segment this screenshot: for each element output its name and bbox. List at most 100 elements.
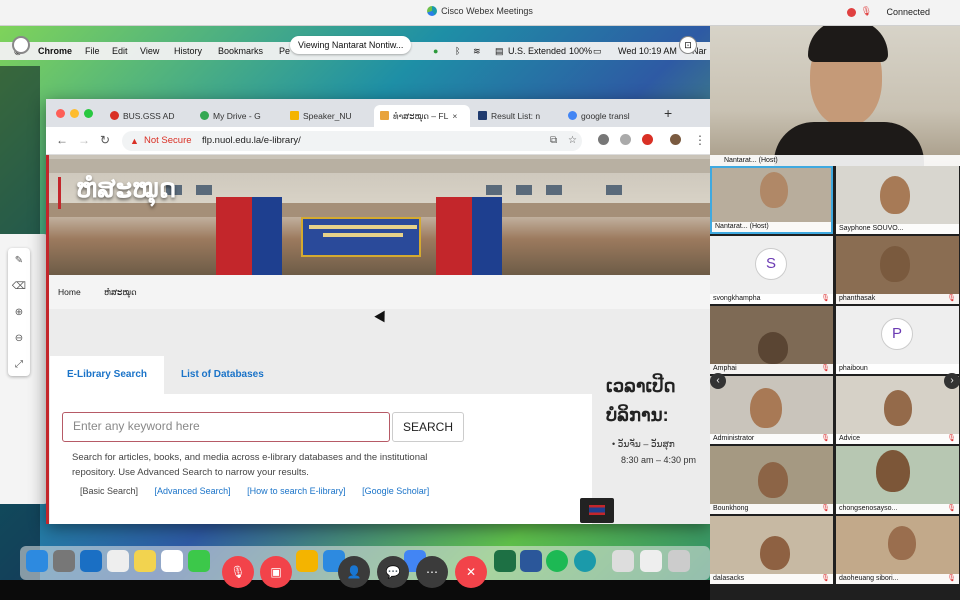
previous-page-icon[interactable]: ‹ [710, 373, 726, 389]
translate-icon[interactable]: ⧉ [550, 131, 557, 151]
browser-tab-6[interactable]: google transl [562, 105, 652, 127]
fit-icon[interactable]: ⤢ [8, 352, 30, 378]
participant-name: Bounkhong 🎙 [710, 504, 833, 514]
opening-time: 8:30 am – 4:30 pm [621, 455, 697, 465]
lao-flag-icon [589, 505, 605, 515]
eraser-icon[interactable]: ⌫ [8, 274, 30, 300]
leave-meeting-button[interactable]: ✕ [455, 556, 487, 588]
tab-list-of-databases[interactable]: List of Databases [181, 356, 264, 394]
new-tab-icon[interactable]: + [664, 105, 672, 121]
reload-icon[interactable]: ↻ [100, 133, 110, 147]
browser-tab-3[interactable]: Speaker_NU [284, 105, 372, 127]
browser-tab-1[interactable]: BUS.GSS AD [104, 105, 192, 127]
how-to-search-link[interactable]: [How to search E-library] [247, 486, 346, 496]
next-page-icon[interactable]: › [944, 373, 960, 389]
participant-name: Nantarat... (Host) [712, 222, 831, 232]
close-icon: ✕ [465, 565, 477, 579]
participant-tile[interactable]: dalasacks 🎙 [710, 516, 833, 584]
facetime-icon[interactable] [188, 550, 210, 572]
word-icon[interactable] [520, 550, 542, 572]
advanced-search-link[interactable]: [Advanced Search] [155, 486, 231, 496]
participant-avatar: P [881, 318, 913, 350]
close-window-icon[interactable] [56, 109, 65, 118]
participant-tile[interactable]: phanthasak 🎙 [836, 236, 959, 304]
close-tab-icon[interactable]: × [452, 111, 457, 121]
url-text[interactable]: flp.nuol.edu.la/e-library/ [202, 131, 301, 151]
address-bar[interactable]: ▲ Not Secure flp.nuol.edu.la/e-library/ … [122, 131, 582, 151]
browser-menu-icon[interactable]: ⋮ [694, 133, 706, 147]
maximize-window-icon[interactable] [84, 109, 93, 118]
nav-home-link[interactable]: Home [58, 287, 81, 297]
participant-tile[interactable]: S svongkhampha 🎙 [710, 236, 833, 304]
document-icon[interactable] [640, 550, 662, 572]
search-button[interactable]: SEARCH [392, 412, 464, 442]
site-navigation: Home ຫໍສະໝຸດ [46, 275, 710, 309]
google-scholar-link[interactable]: [Google Scholar] [362, 486, 429, 496]
participant-tile[interactable]: Bounkhong 🎙 [710, 446, 833, 514]
trash-icon[interactable] [668, 550, 690, 572]
participant-tile[interactable]: Administrator 🎙 [710, 376, 833, 444]
participant-tile[interactable]: Advice 🎙 [836, 376, 959, 444]
chat-icon: 💬 [385, 565, 401, 579]
webex-icon[interactable] [574, 550, 596, 572]
profile-avatar[interactable] [670, 134, 681, 145]
muted-mic-icon: 🎙 [947, 435, 956, 442]
zoom-in-icon[interactable]: ⊕ [8, 300, 30, 326]
fullscreen-button[interactable]: ⊡ [679, 36, 697, 54]
muted-mic-icon: 🎙 [947, 575, 956, 582]
heart-extension-icon[interactable] [642, 134, 653, 145]
back-icon[interactable]: ← [56, 133, 68, 147]
reminders-icon[interactable] [161, 550, 183, 572]
start-video-button[interactable]: ▣ [260, 556, 292, 588]
more-icon: ⋯ [426, 565, 438, 579]
outlook-icon[interactable] [80, 550, 102, 572]
calendar-icon[interactable] [107, 550, 129, 572]
opening-hours: • ວັນຈັນ – ວັນສຸກ 8:30 am – 4:30 pm [612, 436, 696, 468]
extension-icon[interactable] [598, 134, 609, 145]
building-window [606, 185, 622, 195]
excel-icon[interactable] [494, 550, 516, 572]
flag-icon: ▤ [495, 46, 504, 56]
participant-face [880, 176, 910, 214]
chrome-icon[interactable] [296, 550, 318, 572]
browser-tab-active[interactable]: ທໍາສະໝຸດ – FL × [374, 105, 470, 127]
tab-elibrary-search[interactable]: E-Library Search [50, 356, 164, 394]
participant-tile[interactable]: P phaiboun [836, 306, 959, 374]
more-options-button[interactable]: ⋯ [416, 556, 448, 588]
cloud-extension-icon[interactable] [620, 134, 631, 145]
browser-tab-5[interactable]: Result List: n [472, 105, 560, 127]
zoom-out-icon[interactable]: ⊖ [8, 326, 30, 352]
preview-icon[interactable] [612, 550, 634, 572]
participant-face [888, 526, 916, 560]
site-title: ຫໍສະໝຸດ [76, 173, 177, 203]
participant-avatar: S [755, 248, 787, 280]
building-window [196, 185, 212, 195]
basic-search-link[interactable]: [Basic Search] [80, 486, 138, 496]
participant-tile[interactable]: Sayphone SOUVO... [836, 166, 959, 234]
participant-tile[interactable]: chongsenosayso... 🎙 [836, 446, 959, 514]
bookmark-star-icon[interactable]: ☆ [568, 131, 577, 151]
pen-icon[interactable]: ✎ [8, 248, 30, 274]
spotify-icon[interactable] [546, 550, 568, 572]
browser-tab-2[interactable]: My Drive - G [194, 105, 282, 127]
chat-button[interactable]: 💬 [377, 556, 409, 588]
notes-icon[interactable] [134, 550, 156, 572]
share-control-button[interactable] [12, 36, 30, 54]
active-speaker-video[interactable]: Nantarat... (Host) [710, 26, 960, 166]
participant-face [876, 450, 910, 492]
participants-button[interactable]: 👤 [338, 556, 370, 588]
nav-library-link[interactable]: ຫໍສະໝຸດ [104, 287, 137, 298]
launchpad-icon[interactable] [53, 550, 75, 572]
participant-tile[interactable]: daoheuang sibori... 🎙 [836, 516, 959, 584]
search-input[interactable]: Enter any keyword here [62, 412, 390, 442]
unmute-button[interactable]: 🎙 [222, 556, 254, 588]
participant-tile[interactable]: Nantarat... (Host) [710, 166, 833, 234]
finder-icon[interactable] [26, 550, 48, 572]
minimize-window-icon[interactable] [70, 109, 79, 118]
forward-icon[interactable]: → [78, 133, 90, 147]
viewing-indicator[interactable]: Viewing Nantarat Nontiw... [290, 36, 412, 54]
participant-tile[interactable]: Amphai 🎙 [710, 306, 833, 374]
muted-mic-icon: 🎙 [821, 435, 830, 442]
search-links: [Basic Search] [Advanced Search] [How to… [80, 486, 443, 496]
language-switcher[interactable] [580, 498, 614, 523]
